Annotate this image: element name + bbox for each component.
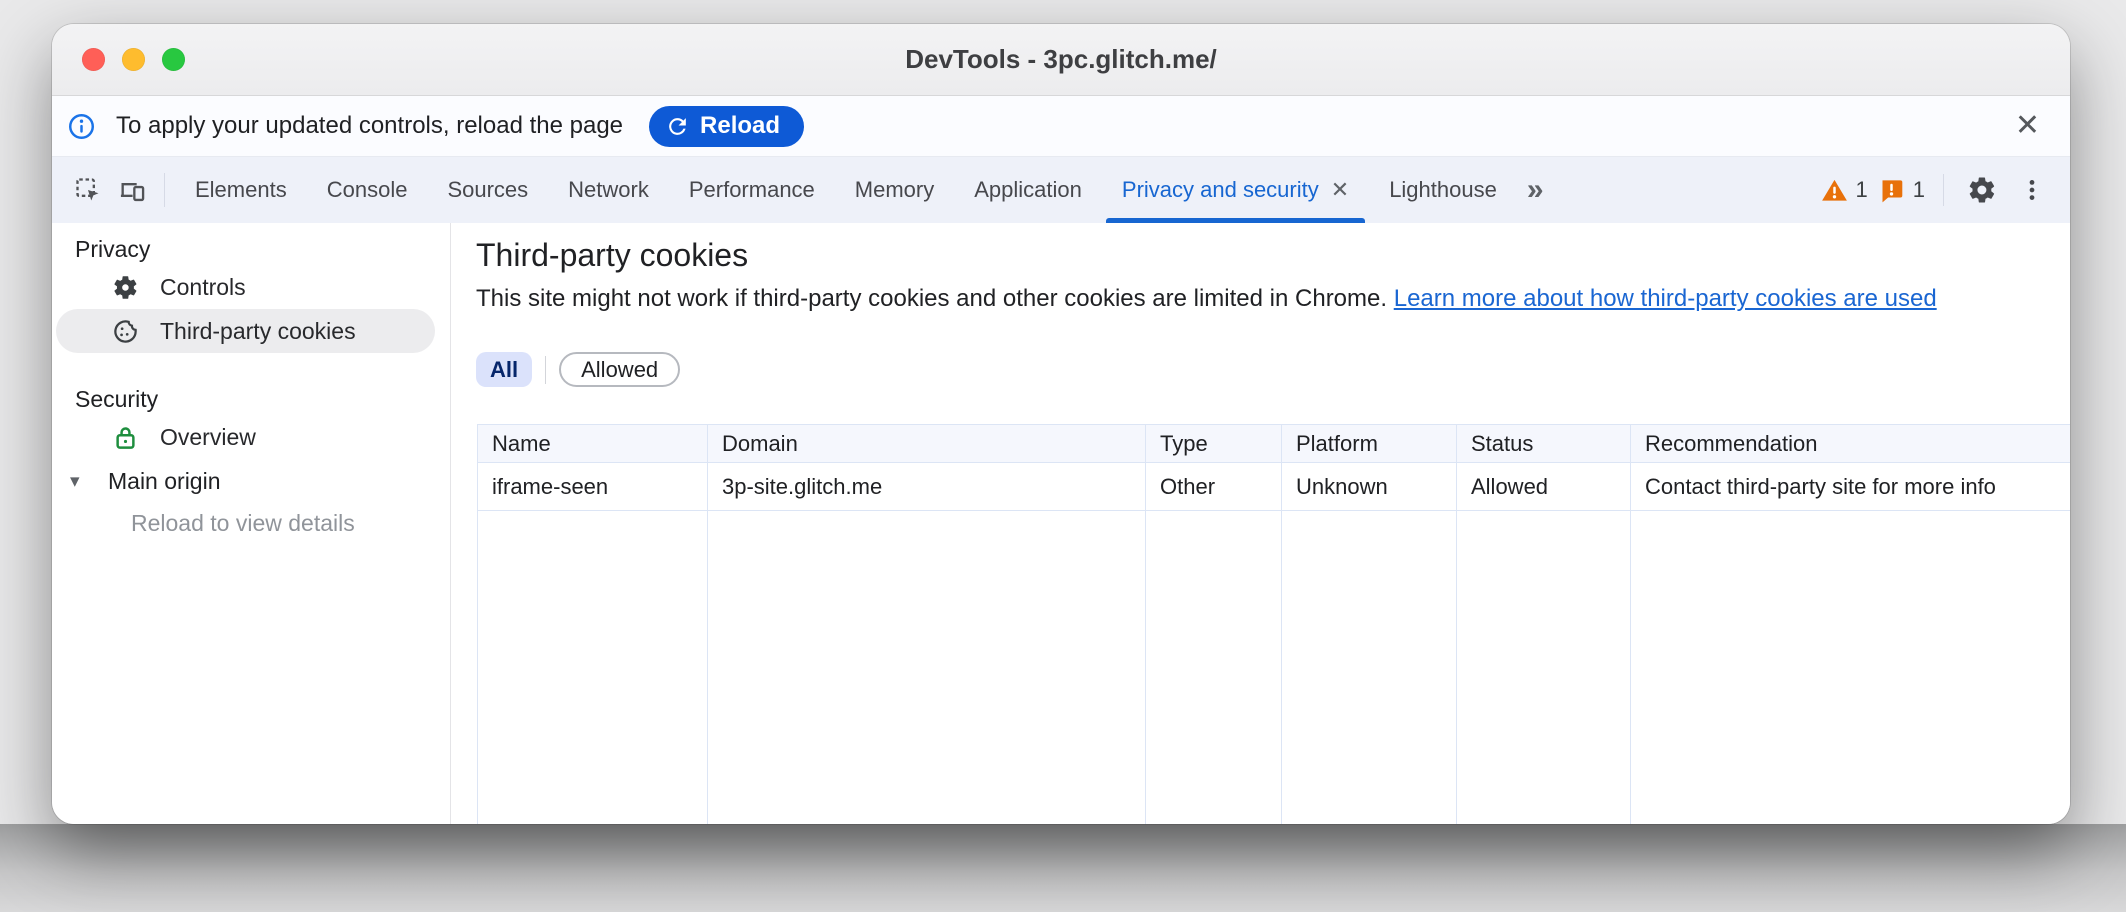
third-party-cookies-panel: Third-party cookies This site might not … xyxy=(451,223,2070,824)
warning-triangle-icon xyxy=(1821,177,1848,204)
cell-platform[interactable]: Unknown xyxy=(1282,463,1457,511)
info-icon xyxy=(68,113,95,140)
reload-icon xyxy=(665,114,690,139)
panel-description: This site might not work if third-party … xyxy=(476,284,2070,314)
reload-infobar: To apply your updated controls, reload t… xyxy=(52,96,2070,157)
reload-button-label: Reload xyxy=(700,112,780,140)
table-empty-area xyxy=(478,511,2071,825)
tab-elements[interactable]: Elements xyxy=(175,157,307,223)
table-row[interactable]: iframe-seen 3p-site.glitch.me Other Unkn… xyxy=(478,463,2071,511)
desktop-bottom-band xyxy=(0,824,2126,912)
filter-chip-all[interactable]: All xyxy=(476,352,532,387)
window-title: DevTools - 3pc.glitch.me/ xyxy=(905,44,1217,75)
column-header-type: Type xyxy=(1146,425,1282,463)
filter-divider xyxy=(545,356,546,384)
more-options-dots-icon[interactable] xyxy=(2012,177,2052,203)
lock-icon xyxy=(112,424,139,451)
column-header-name: Name xyxy=(478,425,708,463)
column-header-status: Status xyxy=(1457,425,1631,463)
tab-performance[interactable]: Performance xyxy=(669,157,835,223)
learn-more-link[interactable]: Learn more about how third-party cookies… xyxy=(1394,285,1937,312)
toolbar-divider xyxy=(164,173,165,207)
table-header-row: Name Domain Type Platform Status Recomme… xyxy=(478,425,2071,463)
tab-lighthouse[interactable]: Lighthouse xyxy=(1369,157,1517,223)
sidebar-section-security: Security xyxy=(52,383,450,415)
settings-gear-icon[interactable] xyxy=(1962,175,2002,205)
sidebar-item-label: Overview xyxy=(160,424,256,451)
zoom-window-button[interactable] xyxy=(162,48,185,71)
inspect-element-icon[interactable] xyxy=(66,157,110,223)
issues-icon xyxy=(1878,177,1905,204)
infobar-message: To apply your updated controls, reload t… xyxy=(116,112,623,140)
window-controls xyxy=(82,24,185,95)
page-title: Third-party cookies xyxy=(476,235,2070,275)
devtools-window: DevTools - 3pc.glitch.me/ To apply your … xyxy=(52,24,2070,824)
expander-triangle-icon[interactable]: ▾ xyxy=(70,470,108,492)
sidebar-reload-hint: Reload to view details xyxy=(52,503,450,543)
sidebar-item-third-party-cookies[interactable]: Third-party cookies xyxy=(56,309,435,353)
warnings-count: 1 xyxy=(1856,177,1868,203)
column-header-recommendation: Recommendation xyxy=(1631,425,2071,463)
sidebar-section-privacy: Privacy xyxy=(52,233,450,265)
tab-network[interactable]: Network xyxy=(548,157,669,223)
column-header-domain: Domain xyxy=(708,425,1146,463)
cookie-icon xyxy=(112,318,139,345)
tab-privacy-and-security[interactable]: Privacy and security ✕ xyxy=(1102,157,1369,223)
panel-content: Privacy Controls Third-party cookies xyxy=(52,223,2070,824)
window-titlebar: DevTools - 3pc.glitch.me/ xyxy=(52,24,2070,96)
infobar-close-icon[interactable]: ✕ xyxy=(2015,111,2040,141)
cell-recommendation[interactable]: Contact third-party site for more info xyxy=(1631,463,2071,511)
toolbar-right-group: 1 1 xyxy=(1821,157,2071,223)
sidebar-item-controls[interactable]: Controls xyxy=(52,265,450,309)
cookies-table: Name Domain Type Platform Status Recomme… xyxy=(477,424,2070,824)
tab-memory[interactable]: Memory xyxy=(835,157,954,223)
issues-count: 1 xyxy=(1913,177,1925,203)
gear-icon xyxy=(112,274,139,301)
more-tabs-icon[interactable]: » xyxy=(1517,157,1552,223)
tab-sources[interactable]: Sources xyxy=(427,157,548,223)
privacy-security-sidebar: Privacy Controls Third-party cookies xyxy=(52,223,451,824)
close-tab-icon[interactable]: ✕ xyxy=(1331,177,1349,203)
sidebar-item-label: Controls xyxy=(160,274,246,301)
cell-name[interactable]: iframe-seen xyxy=(478,463,708,511)
desktop-background: DevTools - 3pc.glitch.me/ To apply your … xyxy=(0,0,2126,912)
status-filter-group: All Allowed xyxy=(476,352,2070,387)
tab-console[interactable]: Console xyxy=(307,157,428,223)
issues-badge[interactable]: 1 xyxy=(1878,177,1925,204)
device-toolbar-icon[interactable] xyxy=(110,157,154,223)
warnings-badge[interactable]: 1 xyxy=(1821,177,1868,204)
cell-status[interactable]: Allowed xyxy=(1457,463,1631,511)
tab-application[interactable]: Application xyxy=(954,157,1102,223)
sidebar-item-label: Main origin xyxy=(108,468,221,495)
cell-domain[interactable]: 3p-site.glitch.me xyxy=(708,463,1146,511)
column-header-platform: Platform xyxy=(1282,425,1457,463)
close-window-button[interactable] xyxy=(82,48,105,71)
filter-chip-allowed[interactable]: Allowed xyxy=(559,352,680,387)
reload-button[interactable]: Reload xyxy=(649,106,804,147)
cell-type[interactable]: Other xyxy=(1146,463,1282,511)
devtools-toolbar: Elements Console Sources Network Perform… xyxy=(52,157,2070,223)
toolbar-divider xyxy=(1943,174,1944,206)
minimize-window-button[interactable] xyxy=(122,48,145,71)
sidebar-item-label: Third-party cookies xyxy=(160,318,356,345)
sidebar-item-security-overview[interactable]: Overview xyxy=(52,415,450,459)
sidebar-item-main-origin[interactable]: ▾ Main origin xyxy=(52,459,450,503)
